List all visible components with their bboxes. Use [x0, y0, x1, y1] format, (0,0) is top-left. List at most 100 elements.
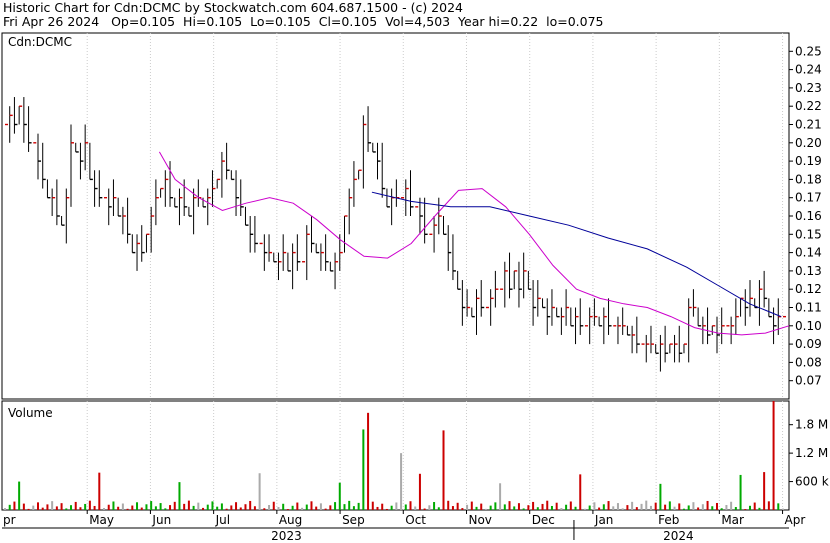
volume-bar — [668, 501, 671, 510]
volume-bar — [301, 507, 304, 510]
volume-bar — [18, 481, 21, 510]
volume-bar — [494, 502, 497, 510]
volume-tick-label: 1.2 M — [795, 446, 828, 460]
volume-bar — [117, 506, 120, 510]
volume-bar — [98, 472, 101, 510]
volume-bar — [381, 503, 384, 510]
price-tick-label: 0.07 — [795, 374, 822, 388]
volume-bar — [41, 507, 44, 510]
volume-bar — [310, 501, 313, 510]
month-label: May — [89, 513, 114, 527]
volume-bar — [626, 505, 629, 510]
price-tick-label: 0.09 — [795, 337, 822, 351]
month-label: Feb — [658, 513, 679, 527]
volume-bar — [145, 504, 148, 510]
price-tick-label: 0.21 — [795, 118, 822, 132]
price-tick-label: 0.20 — [795, 136, 822, 150]
price-tick-label: 0.18 — [795, 172, 822, 186]
volume-bar — [673, 506, 676, 510]
volume-bar — [532, 501, 535, 510]
volume-bar — [258, 473, 261, 510]
volume-bar — [324, 508, 327, 510]
volume-bar — [645, 500, 648, 510]
volume-bar — [767, 501, 770, 510]
volume-bar — [202, 507, 205, 510]
volume-bar — [456, 502, 459, 510]
volume-bar — [692, 502, 695, 510]
volume-bar — [550, 505, 553, 510]
volume-bar — [178, 482, 181, 510]
volume-bar — [527, 505, 530, 510]
month-label: pr — [3, 513, 16, 527]
volume-bar — [466, 504, 469, 510]
volume-bar — [706, 500, 709, 510]
volume-bar — [772, 401, 775, 510]
volume-bar — [782, 508, 784, 510]
volume-bar — [362, 429, 365, 510]
volume-bar — [197, 502, 200, 510]
month-label: Jun — [151, 513, 171, 527]
price-tick-label: 0.13 — [795, 264, 822, 278]
volume-bar — [376, 506, 379, 510]
volume-bar — [678, 503, 681, 510]
volume-bar — [244, 504, 247, 510]
volume-bar — [541, 503, 544, 510]
volume-bar — [730, 501, 733, 510]
volume-bar — [192, 505, 195, 510]
price-tick-label: 0.23 — [795, 81, 822, 95]
volume-bar — [777, 503, 780, 510]
volume-bar — [598, 507, 601, 510]
volume-bar — [150, 501, 153, 510]
volume-bar — [725, 505, 728, 510]
volume-bar — [37, 502, 40, 510]
volume-bar — [55, 506, 58, 510]
volume-bar — [46, 504, 49, 510]
volume-bar — [211, 501, 214, 510]
volume-bar — [715, 502, 718, 510]
volume-bar — [409, 501, 412, 510]
volume-bar — [140, 507, 143, 510]
volume-bar — [235, 502, 238, 510]
volume-bar — [103, 507, 106, 510]
month-label: Jul — [215, 513, 230, 527]
volume-bar — [687, 505, 690, 510]
volume-bar — [70, 505, 73, 510]
volume-bar — [319, 503, 322, 510]
volume-bar — [565, 504, 568, 510]
volume-bar — [249, 500, 252, 510]
volume-bar — [268, 505, 271, 510]
price-tick-label: 0.19 — [795, 154, 822, 168]
volume-bar — [437, 507, 440, 510]
volume-bar — [607, 501, 610, 510]
stock-chart: 0.25 0.24 0.23 0.22 0.21 0.20 0.19 0.18 0.17 0.16… — [1, 32, 829, 543]
volume-bar — [395, 502, 398, 510]
volume-bar — [635, 507, 638, 510]
price-tick-label: 0.25 — [795, 44, 822, 58]
volume-bar — [517, 503, 520, 510]
volume-bar — [357, 502, 360, 510]
volume-bar — [32, 505, 35, 510]
volume-bar — [763, 472, 766, 510]
volume-bar — [22, 503, 25, 510]
volume-bar — [126, 508, 129, 510]
month-label: Mar — [721, 513, 744, 527]
volume-bar — [649, 505, 652, 510]
volume-bar — [239, 507, 242, 510]
volume-bar — [654, 502, 657, 510]
volume-bar — [4, 508, 6, 510]
volume-bar — [418, 473, 421, 510]
month-label: Oct — [405, 513, 426, 527]
volume-bar — [569, 501, 572, 510]
volume-bar — [508, 501, 511, 510]
volume-bar — [484, 508, 487, 510]
volume-bar — [555, 502, 558, 510]
volume-bar — [173, 501, 176, 510]
volume-bar — [734, 507, 737, 510]
volume-bar — [513, 506, 516, 510]
volume-bar — [131, 505, 134, 510]
price-tick-label: 0.12 — [795, 282, 822, 296]
volume-bar — [602, 504, 605, 510]
volume-bar — [428, 505, 431, 510]
volume-bar — [616, 503, 619, 510]
price-tick-label: 0.08 — [795, 355, 822, 369]
